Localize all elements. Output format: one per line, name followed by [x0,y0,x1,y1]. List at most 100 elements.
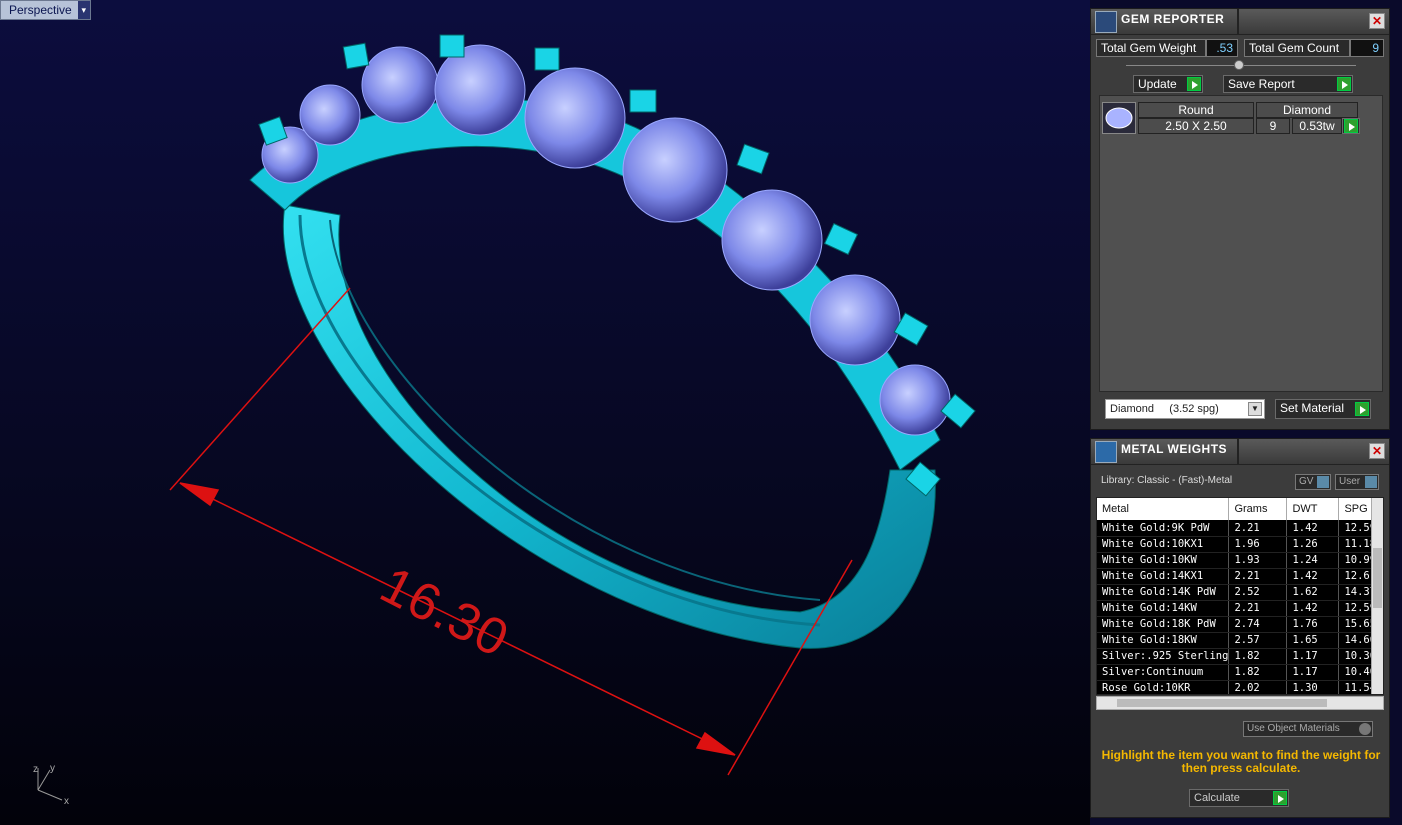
calculate-button[interactable]: Calculate [1189,789,1289,807]
gem-thumbnail[interactable] [1102,102,1136,134]
table-cell: White Gold:10KW [1097,552,1230,569]
table-cell: 1.62 [1286,584,1340,601]
update-button[interactable]: Update [1133,75,1203,93]
total-gem-count-label: Total Gem Count [1244,39,1350,57]
use-object-materials-label: Use Object Materials [1247,723,1340,734]
table-cell: White Gold:14KX1 [1097,568,1230,585]
table-cell: 2.21 [1228,600,1288,617]
update-label: Update [1138,77,1177,91]
slider-handle[interactable] [1234,60,1244,70]
table-cell: 2.57 [1228,632,1288,649]
table-row[interactable]: White Gold:18KW 2.57 1.65 14.66 [1097,632,1380,649]
gem-count: 9 [1256,118,1290,134]
metal-weights-title: METAL WEIGHTS [1121,442,1228,456]
table-cell: 1.76 [1286,616,1340,633]
user-toggle[interactable]: User [1335,474,1379,490]
table-cell: White Gold:14K PdW [1097,584,1230,601]
column-header-metal[interactable]: Metal [1097,498,1230,520]
table-cell: White Gold:14KW [1097,600,1230,617]
axis-y-label: y [50,763,55,774]
table-cell: 1.42 [1286,520,1340,537]
column-header-dwt[interactable]: DWT [1286,498,1340,520]
vertical-scrollbar[interactable] [1371,498,1383,694]
play-icon [1187,77,1201,91]
total-gem-count-value: 9 [1350,39,1384,57]
table-cell: 1.17 [1286,664,1340,681]
viewport-view-label: Perspective [1,1,78,19]
gem-detail-button[interactable] [1342,118,1360,134]
table-row[interactable]: White Gold:18K PdW 2.74 1.76 15.65 [1097,616,1380,633]
view-dropdown-icon[interactable]: ▾ [77,1,90,19]
3d-viewport[interactable]: Perspective ▾ 16.30 x z y [0,0,1090,825]
app-window: { "viewport": { "label": "Perspective", … [0,0,1402,825]
table-row[interactable]: White Gold:10KX1 1.96 1.26 11.18 [1097,536,1380,553]
metal-weights-header[interactable]: METAL WEIGHTS ✕ [1091,439,1389,465]
metal-table[interactable]: Metal Grams DWT SPG White Gold:9K PdW 2.2… [1096,497,1384,695]
gem-shape: Round [1138,102,1254,118]
table-cell: 1.26 [1286,536,1340,553]
calculate-label: Calculate [1194,792,1240,804]
close-icon[interactable]: ✕ [1369,443,1385,459]
total-gem-weight-label: Total Gem Weight [1096,39,1206,57]
play-icon [1344,119,1358,133]
metal-library-label: Library: Classic - (Fast)-Metal [1101,475,1233,486]
horizontal-scrollbar[interactable] [1096,696,1384,710]
table-row[interactable]: White Gold:10KW 1.93 1.24 10.99 [1097,552,1380,569]
table-cell: 2.21 [1228,520,1288,537]
table-header-row: Metal Grams DWT SPG [1097,498,1380,520]
material-select[interactable]: Diamond (3.52 spg) ▼ [1105,399,1265,419]
table-cell: 1.42 [1286,600,1340,617]
column-header-grams[interactable]: Grams [1228,498,1288,520]
table-cell: 1.24 [1286,552,1340,569]
table-row[interactable]: White Gold:14KW 2.21 1.42 12.59 [1097,600,1380,617]
table-cell: Rose Gold:10KR [1097,680,1230,694]
total-gem-weight-field: Total Gem Weight .53 [1096,39,1238,57]
set-material-button[interactable]: Set Material [1275,399,1371,419]
axis-x-label: x [64,796,69,807]
table-cell: 1.30 [1286,680,1340,694]
table-row[interactable]: Silver:.925 Sterling 1.82 1.17 10.36 [1097,648,1380,665]
play-icon [1273,791,1287,805]
scroll-thumb[interactable] [1373,548,1382,608]
table-cell: 1.17 [1286,648,1340,665]
table-cell: 2.52 [1228,584,1288,601]
table-cell: Silver:.925 Sterling [1097,648,1230,665]
gem-weight: 0.53tw [1292,118,1342,134]
chevron-down-icon[interactable]: ▼ [1248,402,1262,416]
table-cell: 1.65 [1286,632,1340,649]
metal-weights-icon [1095,441,1117,463]
viewport-view-tab[interactable]: Perspective ▾ [0,0,91,20]
gem-size: 2.50 X 2.50 [1138,118,1254,134]
table-cell: 2.74 [1228,616,1288,633]
gv-toggle[interactable]: GV [1295,474,1331,490]
gem-type: Diamond [1256,102,1358,118]
gem-reporter-header[interactable]: GEM REPORTER ✕ [1091,9,1389,35]
use-object-materials-toggle[interactable]: Use Object Materials [1243,721,1373,737]
table-cell: 1.82 [1228,648,1288,665]
table-cell: 1.82 [1228,664,1288,681]
gem-reporter-icon [1095,11,1117,33]
table-cell: 2.02 [1228,680,1288,694]
table-row[interactable]: Silver:Continuum 1.82 1.17 10.40 [1097,664,1380,681]
ring-model [169,34,976,776]
table-cell: Silver:Continuum [1097,664,1230,681]
table-cell: White Gold:9K PdW [1097,520,1230,537]
table-cell: 1.42 [1286,568,1340,585]
gem-list[interactable]: Round Diamond 2.50 X 2.50 9 0.53tw [1099,95,1383,392]
total-gem-weight-value: .53 [1206,39,1238,57]
close-icon[interactable]: ✕ [1369,13,1385,29]
table-row[interactable]: White Gold:9K PdW 2.21 1.42 12.59 [1097,520,1380,537]
table-cell: White Gold:18KW [1097,632,1230,649]
play-icon [1355,402,1369,416]
table-cell: White Gold:18K PdW [1097,616,1230,633]
gem-reporter-panel: GEM REPORTER ✕ Total Gem Weight .53 Tota… [1090,8,1390,430]
set-material-label: Set Material [1280,401,1345,415]
table-row[interactable]: Rose Gold:10KR 2.02 1.30 11.54 [1097,680,1380,694]
save-report-label: Save Report [1228,77,1295,91]
table-row[interactable]: White Gold:14K PdW 2.52 1.62 14.37 [1097,584,1380,601]
save-report-button[interactable]: Save Report [1223,75,1353,93]
gem-reporter-title: GEM REPORTER [1121,12,1225,26]
table-row[interactable]: White Gold:14KX1 2.21 1.42 12.61 [1097,568,1380,585]
scroll-thumb[interactable] [1117,699,1327,707]
axis-indicator: x z y [33,763,69,807]
